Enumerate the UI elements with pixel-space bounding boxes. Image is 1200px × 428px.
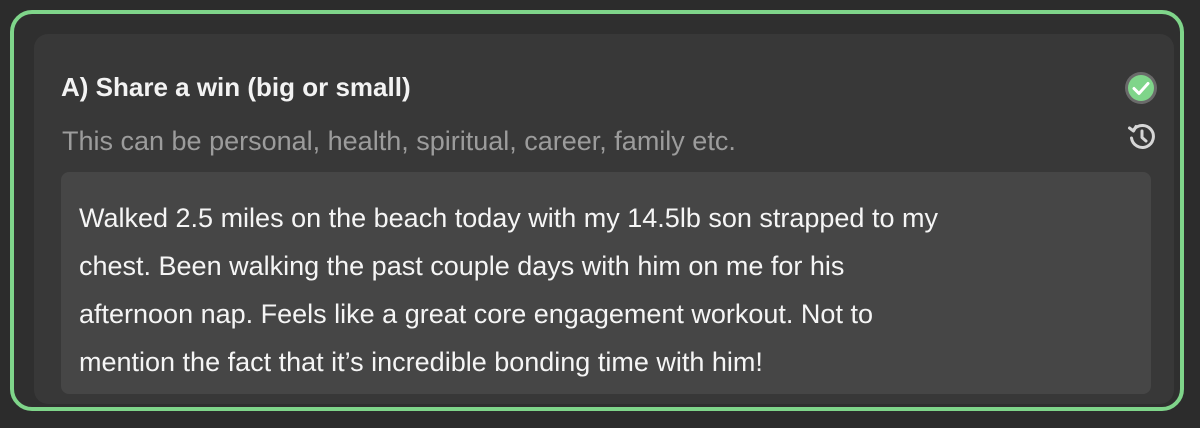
check-circle-icon[interactable] — [1124, 71, 1158, 105]
prompt-card: A) Share a win (big or small) This can b… — [34, 34, 1174, 404]
answer-text: Walked 2.5 miles on the beach today with… — [79, 203, 938, 377]
journal-entry-frame: A) Share a win (big or small) This can b… — [10, 10, 1184, 411]
history-icon[interactable] — [1127, 122, 1157, 152]
answer-textarea[interactable]: Walked 2.5 miles on the beach today with… — [61, 172, 1151, 394]
prompt-title: A) Share a win (big or small) — [61, 72, 411, 102]
prompt-subtitle: This can be personal, health, spiritual,… — [62, 126, 736, 156]
